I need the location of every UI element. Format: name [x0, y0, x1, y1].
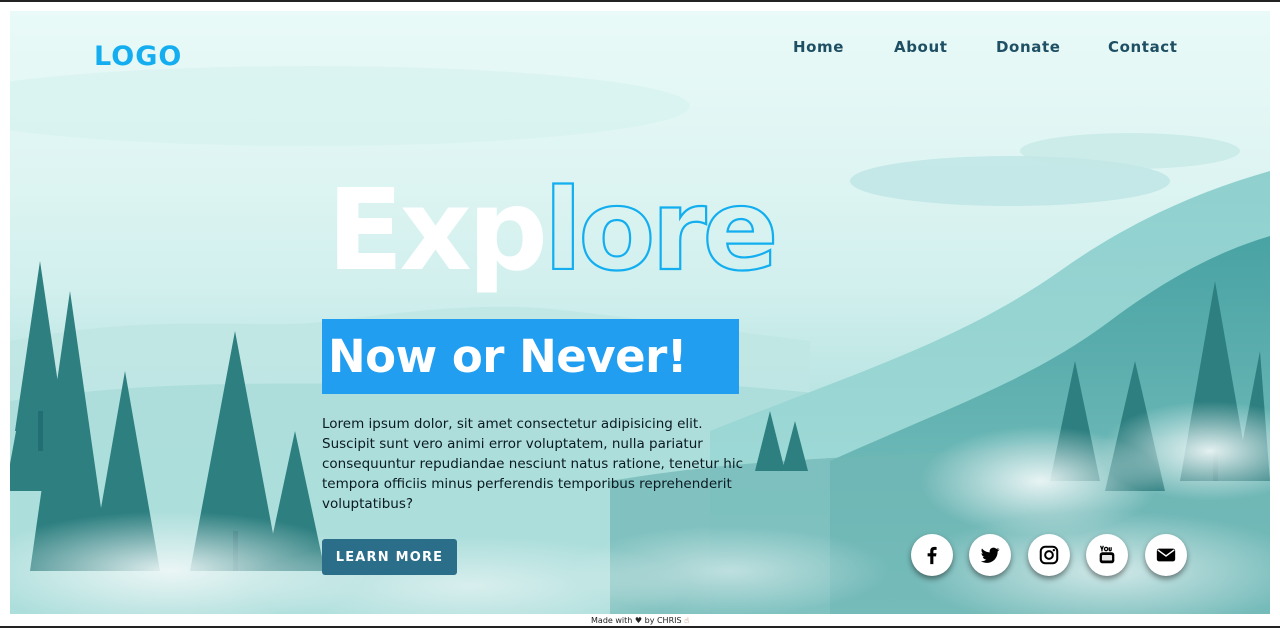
youtube-button[interactable]: [1086, 534, 1128, 576]
email-icon: [1156, 548, 1176, 562]
youtube-icon: [1099, 545, 1115, 564]
facebook-icon: [927, 546, 937, 565]
hero-section: LOGO Home About Donate Contact Explore N…: [10, 11, 1270, 614]
heart-icon: ♥: [634, 616, 643, 625]
explore-headline-outline: lore: [544, 166, 775, 296]
description-line: tempora officiis minus perferendis tempo…: [322, 476, 732, 492]
description-line: Suscipit sunt vero animi error voluptate…: [322, 436, 703, 452]
nav-link-about[interactable]: About: [894, 38, 948, 56]
twitter-button[interactable]: [969, 534, 1011, 576]
pointing-hand-icon: ☝: [684, 616, 689, 625]
page-top-border: [0, 0, 1280, 2]
twitter-icon: [980, 547, 1000, 563]
footer-made-with: Made with: [591, 616, 633, 625]
instagram-button[interactable]: [1028, 534, 1070, 576]
footer-author: by CHRIS: [644, 616, 682, 625]
explore-headline-solid: Exp: [327, 166, 544, 296]
learn-more-button[interactable]: LEARN MORE: [322, 539, 457, 575]
explore-headline-text: Explore: [327, 166, 774, 296]
nav-link-donate[interactable]: Donate: [996, 38, 1061, 56]
tagline-banner: Now or Never!: [322, 319, 739, 394]
facebook-button[interactable]: [911, 534, 953, 576]
social-links: [911, 534, 1201, 578]
main-nav: Home About Donate Contact: [10, 38, 1270, 58]
email-button[interactable]: [1145, 534, 1187, 576]
description-line: Lorem ipsum dolor, sit amet consectetur …: [322, 416, 703, 432]
nav-link-home[interactable]: Home: [793, 38, 844, 56]
hero-description: Lorem ipsum dolor, sit amet consectetur …: [322, 414, 752, 514]
description-line: voluptatibus?: [322, 496, 414, 512]
description-line: consequuntur repudiandae nesciunt natus …: [322, 456, 743, 472]
instagram-icon: [1039, 545, 1059, 565]
explore-headline: Explore: [327, 165, 780, 297]
nav-link-contact[interactable]: Contact: [1108, 38, 1178, 56]
